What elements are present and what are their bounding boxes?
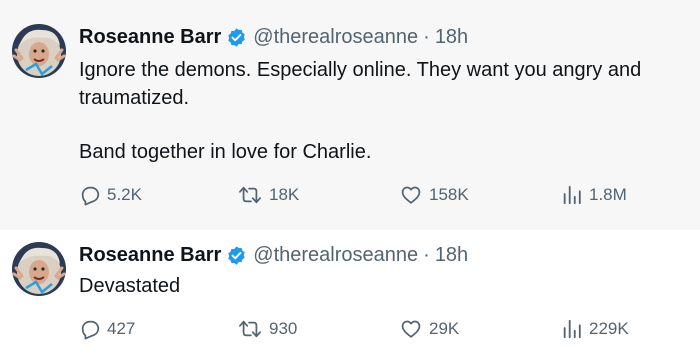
- like-icon: [401, 186, 421, 204]
- timestamp[interactable]: 18h: [435, 24, 468, 50]
- retweet-button[interactable]: 930: [237, 316, 297, 342]
- separator-dot: ·: [423, 26, 430, 48]
- author-handle[interactable]: @therealroseanne: [253, 24, 418, 50]
- retweet-icon: [239, 186, 261, 204]
- author-name[interactable]: Roseanne Barr: [79, 24, 221, 50]
- views-icon: [563, 319, 581, 339]
- like-count: 29K: [429, 319, 460, 338]
- views-button[interactable]: 229K: [561, 316, 629, 342]
- retweet-button[interactable]: 18K: [237, 182, 299, 208]
- tweet-text-line: Devastated: [79, 275, 181, 297]
- like-button[interactable]: 29K: [399, 316, 459, 342]
- views-count: 1.8M: [589, 185, 627, 204]
- reply-icon: [81, 320, 100, 340]
- separator-dot: ·: [423, 244, 430, 266]
- tweet-text-line: Ignore the demons. Especially online. Th…: [79, 59, 642, 81]
- retweet-icon: [239, 320, 261, 338]
- tweet[interactable]: Roseanne Barr @therealroseanne · 18h Dev…: [0, 230, 700, 359]
- reply-count: 5.2K: [107, 185, 142, 204]
- views-button[interactable]: 1.8M: [561, 182, 627, 208]
- like-icon: [401, 320, 421, 338]
- reply-count: 427: [107, 319, 136, 338]
- retweet-count: 930: [269, 319, 298, 338]
- verified-badge-icon: [226, 245, 247, 266]
- reply-icon: [81, 186, 100, 206]
- tweet-header: Roseanne Barr @therealroseanne · 18h: [79, 242, 468, 268]
- tweet-text-line: Band together in love for Charlie.: [79, 141, 372, 163]
- avatar[interactable]: [12, 24, 66, 78]
- author-handle[interactable]: @therealroseanne: [253, 242, 418, 268]
- reply-button[interactable]: 427: [79, 316, 135, 342]
- avatar[interactable]: [12, 242, 66, 296]
- tweet-header: Roseanne Barr @therealroseanne · 18h: [79, 24, 468, 50]
- retweet-count: 18K: [269, 185, 300, 204]
- tweet[interactable]: Roseanne Barr @therealroseanne · 18h Ign…: [0, 0, 700, 230]
- views-icon: [563, 185, 581, 205]
- views-count: 229K: [589, 319, 629, 338]
- like-button[interactable]: 158K: [399, 182, 469, 208]
- verified-badge-icon: [226, 27, 247, 48]
- timestamp[interactable]: 18h: [435, 242, 468, 268]
- reply-button[interactable]: 5.2K: [79, 182, 142, 208]
- author-name[interactable]: Roseanne Barr: [79, 242, 221, 268]
- tweet-text-line: traumatized.: [79, 87, 190, 109]
- like-count: 158K: [429, 185, 469, 204]
